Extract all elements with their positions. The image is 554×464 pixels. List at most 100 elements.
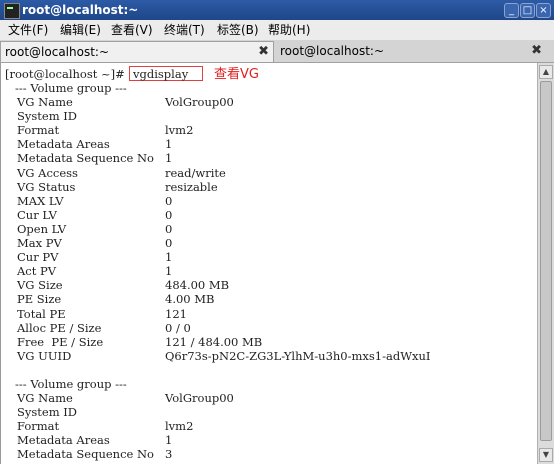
vg-field-value: VolGroup00 bbox=[165, 95, 234, 109]
vg-field-value: 1 bbox=[165, 433, 173, 448]
vg-field-row: PE Size 4.00 MB bbox=[5, 292, 525, 306]
vg-field-value: 1 bbox=[165, 250, 173, 265]
vg-field-key: Metadata Areas bbox=[17, 137, 110, 152]
tab-terminal-2[interactable]: root@localhost:~ ✖ bbox=[276, 41, 552, 62]
vg-field-value: lvm2 bbox=[165, 419, 194, 434]
vg-field-key: Metadata Areas bbox=[17, 433, 110, 448]
tab-label: root@localhost:~ bbox=[5, 45, 110, 59]
tab-terminal-1[interactable]: root@localhost:~ ✖ bbox=[0, 41, 274, 62]
vg-field-row: Metadata Areas 1 bbox=[5, 433, 525, 447]
vg-field-row: Metadata Sequence No 1 bbox=[5, 151, 525, 165]
vg-field-key: Max PV bbox=[17, 236, 62, 250]
vg-field-key: Open LV bbox=[17, 221, 67, 236]
vg-field-key: Format bbox=[17, 419, 60, 434]
maximize-button[interactable]: □ bbox=[520, 3, 535, 18]
vg-field-value: 0 bbox=[165, 193, 173, 208]
menu-bar: 文件(F) 编辑(E) 查看(V) 终端(T) 标签(B) 帮助(H) bbox=[0, 20, 554, 41]
vg-field-key: VG Access bbox=[17, 165, 78, 180]
vg-field-row: VG Name VolGroup00 bbox=[5, 391, 525, 405]
terminal-output[interactable]: [root@localhost ~]# vgdisplay 查看VG --- V… bbox=[0, 63, 537, 464]
menu-edit[interactable]: 编辑(E) bbox=[60, 22, 101, 38]
vg-field-value: 0 / 0 bbox=[165, 320, 191, 335]
vg-field-key: VG UUID bbox=[17, 348, 72, 363]
vg-field-row: VG Size 484.00 MB bbox=[5, 278, 525, 292]
vg-field-row: Total PE 121 bbox=[5, 307, 525, 321]
tab-label: root@localhost:~ bbox=[280, 44, 385, 58]
vg-field-key: VG Status bbox=[17, 179, 76, 194]
vg-field-row: Alloc PE / Size 0 / 0 bbox=[5, 321, 525, 335]
vg-field-key: Act PV bbox=[17, 264, 57, 279]
vg-field-row: Format lvm2 bbox=[5, 419, 525, 433]
vg-field-row: Free PE / Size 121 / 484.00 MB bbox=[5, 335, 525, 349]
vg-field-value: 0 bbox=[165, 207, 173, 222]
vg-field-row: System ID bbox=[5, 109, 525, 123]
tab-close-icon[interactable]: ✖ bbox=[531, 41, 542, 61]
annotation-label: 查看VG bbox=[214, 67, 259, 82]
menu-help[interactable]: 帮助(H) bbox=[268, 22, 310, 38]
close-button[interactable]: × bbox=[536, 3, 551, 18]
title-bar: root@localhost:~ _ □ × bbox=[0, 0, 554, 20]
vg-field-row: Cur LV 0 bbox=[5, 208, 525, 222]
vg-field-value: Q6r73s-pN2C-ZG3L-YlhM-u3h0-mxs1-adWxuI bbox=[165, 348, 431, 363]
vg-field-value: 484.00 MB bbox=[165, 278, 230, 293]
terminal-app-icon bbox=[4, 3, 20, 19]
vg-field-key: VG Name bbox=[17, 95, 73, 109]
vertical-scrollbar[interactable]: ▲ ▼ bbox=[537, 63, 554, 464]
scroll-up-arrow-icon[interactable]: ▲ bbox=[539, 65, 553, 79]
menu-file[interactable]: 文件(F) bbox=[8, 22, 48, 38]
vg-field-row: Cur PV 1 bbox=[5, 250, 525, 264]
vg-field-key: Alloc PE / Size bbox=[17, 320, 102, 335]
vg-field-value: 1 bbox=[165, 151, 173, 166]
vg-field-value: read/write bbox=[165, 165, 226, 180]
vg-field-row: VG Access read/write bbox=[5, 166, 525, 180]
vg-field-key: PE Size bbox=[17, 292, 62, 307]
vg-field-value: 121 / 484.00 MB bbox=[165, 334, 263, 349]
vg-field-row: Format lvm2 bbox=[5, 123, 525, 137]
vg-field-row: Max PV 0 bbox=[5, 236, 525, 250]
vg-field-row: Act PV 1 bbox=[5, 264, 525, 278]
menu-terminal[interactable]: 终端(T) bbox=[164, 22, 205, 38]
vg-field-key: Format bbox=[17, 123, 60, 138]
vg-field-key: VG Name bbox=[17, 391, 73, 405]
vg-field-key: Free PE / Size bbox=[17, 334, 104, 349]
vg-field-key: System ID bbox=[17, 109, 78, 124]
vg-field-row: System ID bbox=[5, 405, 525, 419]
vg-field-row: Metadata Areas 1 bbox=[5, 137, 525, 151]
vg-field-row: VG Status resizable bbox=[5, 180, 525, 194]
tab-close-icon[interactable]: ✖ bbox=[258, 42, 269, 62]
vg-field-value: 0 bbox=[165, 221, 173, 236]
group-header: --- Volume group --- bbox=[15, 377, 127, 391]
vg-field-key: Total PE bbox=[17, 306, 66, 321]
vg-field-key: Cur LV bbox=[17, 207, 57, 222]
vg-field-key: Metadata Sequence No bbox=[17, 151, 154, 166]
menu-view[interactable]: 查看(V) bbox=[111, 22, 153, 38]
group-header: --- Volume group --- bbox=[15, 81, 127, 95]
menu-tabs[interactable]: 标签(B) bbox=[217, 22, 259, 38]
vg-field-value: 1 bbox=[165, 264, 173, 279]
shell-prompt: [root@localhost ~]# bbox=[5, 67, 125, 81]
vg-field-key: MAX LV bbox=[17, 193, 64, 208]
vg-field-value: resizable bbox=[165, 179, 218, 194]
vg-field-value: 4.00 MB bbox=[165, 292, 215, 307]
tab-bar: root@localhost:~ ✖ root@localhost:~ ✖ bbox=[0, 40, 554, 63]
vg-field-row: VG UUID Q6r73s-pN2C-ZG3L-YlhM-u3h0-mxs1-a… bbox=[5, 349, 525, 363]
scrollbar-thumb[interactable] bbox=[540, 81, 552, 441]
vg-field-value: 1 bbox=[165, 137, 173, 152]
vg-field-value: VolGroup00 bbox=[165, 391, 234, 405]
vg-field-row: Metadata Sequence No 3 bbox=[5, 447, 525, 461]
vg-field-key: System ID bbox=[17, 405, 78, 420]
vg-field-key: Cur PV bbox=[17, 250, 59, 265]
scroll-down-arrow-icon[interactable]: ▼ bbox=[539, 448, 553, 462]
vg-field-value: 0 bbox=[165, 236, 173, 250]
vg-field-value: lvm2 bbox=[165, 123, 194, 138]
vg-field-row: MAX LV 0 bbox=[5, 194, 525, 208]
minimize-button[interactable]: _ bbox=[504, 3, 519, 18]
vg-field-row: VG Name VolGroup00 bbox=[5, 95, 525, 109]
vg-field-value: 121 bbox=[165, 306, 187, 321]
command-text: vgdisplay bbox=[133, 67, 189, 81]
window-title: root@localhost:~ bbox=[22, 3, 139, 17]
vg-field-value: 3 bbox=[165, 447, 173, 462]
vg-field-key: Metadata Sequence No bbox=[17, 447, 154, 462]
vg-field-key: VG Size bbox=[17, 278, 63, 293]
vg-field-row: Open LV 0 bbox=[5, 222, 525, 236]
